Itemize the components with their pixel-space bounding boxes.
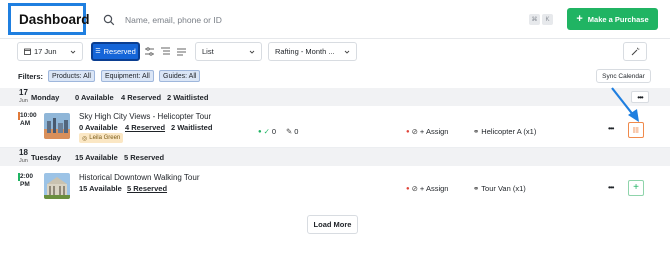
page-title-box: Dashboard [8,3,90,35]
tour-available: 0 Available [79,123,118,132]
manifest-button[interactable] [628,122,644,138]
annotation-arrow [611,87,639,122]
assign-guide-button[interactable]: ● ⊘ + Assign [406,127,448,136]
tour-more-button[interactable]: ••• [608,183,614,192]
sliders-icon[interactable] [144,46,155,57]
resource-label: Helicopter A (x1) [481,127,537,136]
day-number: 18 [19,148,28,157]
reserved-view-label: Reserved [103,47,136,56]
make-purchase-label: Make a Purchase [587,14,649,24]
sync-calendar-button[interactable]: Sync Calendar [596,69,651,83]
tour-time: 10:00 AM [20,112,37,128]
checked-in-value: 0 [271,127,277,136]
add-booking-button[interactable]: + [628,180,644,196]
grouped-list-icon[interactable] [160,46,171,57]
check-icon: ✓ [263,127,270,136]
guide-badge[interactable]: ◎ Leila Green [79,133,124,143]
link-icon: ⚭ [473,184,480,193]
day-date: 17 Jun [19,89,28,105]
resource-label: Tour Van (x1) [481,184,526,193]
tour-time-ampm: PM [20,181,30,188]
magic-wand-icon [631,47,640,55]
page-title: Dashboard [19,11,90,27]
tour-reserved-link[interactable]: 4 Reserved [125,123,165,132]
tour-name[interactable]: Historical Downtown Walking Tour [79,173,200,182]
status-dot-icon: ● [406,185,410,192]
no-guide-icon: ⊘ [411,184,418,193]
day-month: Jun [19,158,28,164]
resource-tag[interactable]: ⚭ Helicopter A (x1) [473,127,536,136]
tour-thumbnail[interactable] [44,113,70,139]
compact-list-icon[interactable] [176,46,187,57]
city-image [44,113,70,139]
date-picker[interactable]: 17 Jun [17,42,83,61]
link-icon: ⚭ [473,127,480,136]
list-icon: ☰ [95,49,101,55]
status-dot-icon: ● [406,128,410,135]
resource-tag[interactable]: ⚭ Tour Van (x1) [473,184,526,193]
tour-more-button[interactable]: ••• [608,124,614,133]
assign-label: + Assign [419,184,449,193]
chevron-down-icon [70,50,76,54]
search-icon [103,14,115,26]
layout-select[interactable]: List [195,42,262,61]
layout-select-value: List [202,47,214,56]
day-name: Tuesday [31,153,61,162]
tour-time-hour: 2:00 [20,173,34,180]
day-available: 15 Available [75,153,118,162]
chevron-down-icon [344,50,350,54]
day-available: 0 Available [75,93,114,102]
shortcut-key-k: K [542,14,553,25]
plus-icon: + [576,13,583,25]
tour-thumbnail[interactable] [44,173,70,199]
filters-label: Filters: [18,72,44,81]
day-date: 18 Jun [19,149,28,165]
make-purchase-button[interactable]: + Make a Purchase [567,8,658,30]
tour-time-ampm: AM [20,120,31,127]
guide-name: Leila Green [89,135,121,141]
no-guide-icon: ⊘ [411,127,418,136]
assign-guide-button[interactable]: ● ⊘ + Assign [406,184,448,193]
reserved-view-toggle[interactable]: ☰ Reserved [91,42,140,61]
more-dots-icon: ••• [608,124,614,133]
search-bar[interactable]: Name, email, phone or ID ⌘ K [101,8,553,32]
day-number: 17 [19,88,28,97]
day-month: Jun [19,98,28,104]
date-label: 17 Jun [34,47,57,56]
day-reserved: 5 Reserved [124,153,165,162]
magic-wand-button[interactable] [623,42,647,61]
tour-name[interactable]: Sky High City Views - Helicopter Tour [79,112,211,121]
tour-reserved-link[interactable]: 5 Reserved [127,184,167,193]
header-divider [0,38,670,39]
filter-chip-products[interactable]: Products: All [48,70,95,82]
load-more-button[interactable]: Load More [307,215,358,234]
filter-chip-equipment[interactable]: Equipment: All [101,70,154,82]
calendar-icon [24,48,31,55]
tour-time: 2:00 PM [20,173,33,189]
more-dots-icon: ••• [608,183,614,192]
pencil-icon: ✎ [286,127,293,136]
lock-icon: ◎ [82,135,88,142]
product-filter-value: Rafting - Month ... [275,47,335,56]
chevron-down-icon [249,50,255,54]
status-dot-icon: ● [258,128,262,135]
day-reserved: 4 Reserved [121,93,162,102]
edited-count: ✎ 0 [286,127,298,136]
search-input[interactable]: Name, email, phone or ID [125,15,222,25]
product-filter-select[interactable]: Rafting - Month ... [268,42,357,61]
edited-value: 0 [294,127,299,136]
tour-time-hour: 10:00 [20,112,37,119]
assign-label: + Assign [419,127,449,136]
manifest-icon [633,127,639,133]
filter-chip-guides[interactable]: Guides: All [159,70,201,82]
day-name: Monday [31,93,60,102]
building-image [44,173,70,199]
checked-in-count: ● ✓ 0 [258,127,276,136]
plus-icon: + [633,182,639,193]
tour-waitlisted: 2 Waitlisted [171,123,213,132]
tour-available: 15 Available [79,184,122,193]
day-waitlisted: 2 Waitlisted [167,93,209,102]
shortcut-key-cmd: ⌘ [529,14,540,25]
